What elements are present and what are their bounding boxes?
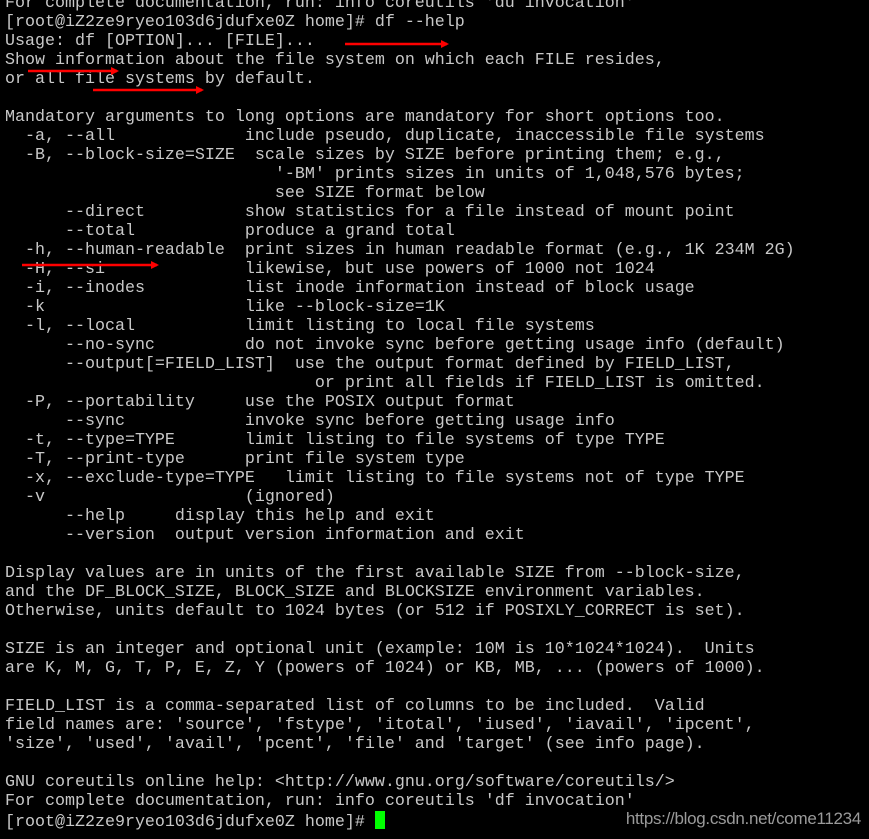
watermark: https://blog.csdn.net/come11234 xyxy=(625,809,861,828)
annotation-arrows xyxy=(22,40,449,269)
